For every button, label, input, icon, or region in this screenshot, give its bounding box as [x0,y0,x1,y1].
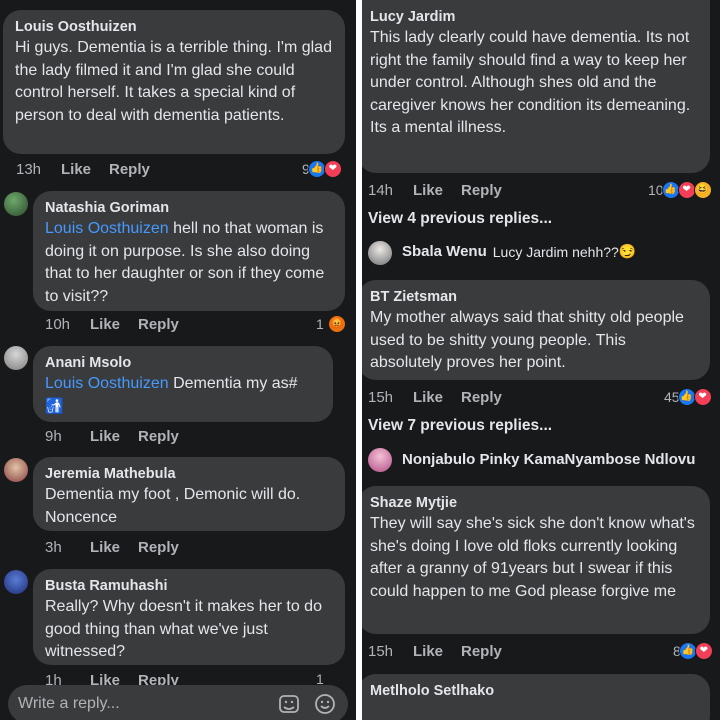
comment-bubble: Busta Ramuhashi Really? Why doesn't it m… [33,569,345,665]
reply-button[interactable]: Reply [461,181,502,201]
left-comment-thread: Louis Oosthuizen Hi guys. Dementia is a … [0,0,356,720]
like-button[interactable]: Like [413,642,461,662]
comment-text: Hi guys. Dementia is a terrible thing. I… [15,39,332,124]
comment-text: They will say she's sick she don't know … [370,515,695,600]
comment-actions: 15h Like Reply [368,642,502,662]
heart-reaction-icon: ❤ [677,181,696,199]
comment-time[interactable]: 13h [16,160,61,180]
comment-bubble: Louis Oosthuizen Hi guys. Dementia is a … [3,10,345,154]
reply-button[interactable]: Reply [138,538,179,558]
comment-time[interactable]: 9h [45,427,90,447]
recycle-emoji: 🚮 [45,397,64,415]
comment-time[interactable]: 15h [368,642,413,662]
comment-bubble: Anani Msolo Louis Oosthuizen Dementia my… [33,346,333,422]
comment-author[interactable]: Natashia Goriman [45,198,333,218]
reply-button[interactable]: Reply [109,160,150,180]
comment-text: My mother always said that shitty old pe… [370,309,684,371]
reply-preview[interactable]: Nonjabulo Pinky KamaNyambose Ndlovu [402,451,701,468]
comment-text: Louis Oosthuizen hell no that woman is d… [45,220,325,305]
reaction-summary[interactable]: 8 👍 ❤ [673,642,713,660]
reply-composer[interactable]: Write a reply... [8,685,348,720]
view-previous-replies[interactable]: View 7 previous replies... [368,417,552,435]
heart-reaction-icon: ❤ [323,160,342,178]
comment-actions: 9h Like Reply [45,427,179,447]
comment-text: Really? Why doesn't it makes her to do g… [45,598,322,660]
reply-button[interactable]: Reply [138,315,179,335]
view-previous-replies[interactable]: View 4 previous replies... [368,210,552,228]
avatar[interactable] [4,192,28,216]
reaction-summary[interactable]: 45 👍 ❤ [664,388,712,406]
heart-reaction-icon: ❤ [693,388,712,406]
reply-button[interactable]: Reply [138,427,179,447]
comment-author[interactable]: BT Zietsman [370,287,698,307]
comment-actions: 10h Like Reply [45,315,179,335]
reply-author[interactable]: Nonjabulo Pinky KamaNyambose Ndlovu [402,451,695,468]
comment-bubble: Jeremia Mathebula Dementia my foot , Dem… [33,457,345,531]
comment-bubble: BT Zietsman My mother always said that s… [362,280,710,380]
reaction-summary[interactable]: 10 👍 ❤ 😆 [648,181,712,199]
avatar[interactable] [368,241,392,265]
avatar[interactable] [4,458,28,482]
comment-bubble: Natashia Goriman Louis Oosthuizen hell n… [33,191,345,311]
like-button[interactable]: Like [413,388,461,408]
mention-link[interactable]: Louis Oosthuizen [45,220,169,237]
avatar[interactable] [4,570,28,594]
angry-reaction-icon: 😡 [327,315,346,333]
like-button[interactable]: Like [61,160,109,180]
reply-author[interactable]: Sbala Wenu [402,243,487,260]
avatar[interactable] [4,346,28,370]
smirk-emoji: 😏 [618,243,637,259]
avatar[interactable] [368,448,392,472]
comment-author[interactable]: Busta Ramuhashi [45,576,333,596]
comment-author[interactable]: Metlholo Setlhako [370,681,698,701]
like-button[interactable]: Like [413,181,461,201]
comment-actions: 15h Like Reply [368,388,502,408]
comment-time[interactable]: 10h [45,315,90,335]
comment-actions: 13h Like Reply [16,160,150,180]
comment-actions: 3h Like Reply [45,538,179,558]
right-comment-thread: Lucy Jardim This lady clearly could have… [362,0,720,720]
comment-time[interactable]: 14h [368,181,413,201]
comment-text: This lady clearly could have dementia. I… [370,29,691,136]
comment-author[interactable]: Louis Oosthuizen [15,17,333,37]
reply-input[interactable]: Write a reply... [18,695,266,713]
reply-preview[interactable]: Sbala Wenu Lucy Jardim nehh?? 😏 [402,243,636,260]
comment-bubble: Shaze Mytjie They will say she's sick sh… [362,486,710,634]
heart-reaction-icon: ❤ [694,642,713,660]
comment-actions: 14h Like Reply [368,181,502,201]
comment-author[interactable]: Jeremia Mathebula [45,464,333,484]
comment-text: Dementia my foot , Demonic will do. Nonc… [45,486,301,526]
comment-text: Louis Oosthuizen Dementia my as# [45,375,298,392]
like-button[interactable]: Like [90,315,138,335]
like-button[interactable]: Like [90,538,138,558]
emoji-icon[interactable] [312,691,338,717]
gif-icon[interactable] [276,691,302,717]
comment-author[interactable]: Anani Msolo [45,353,321,373]
haha-reaction-icon: 😆 [693,181,712,199]
reaction-summary[interactable]: 1 😡 [316,315,346,333]
comment-time[interactable]: 15h [368,388,413,408]
comment-author[interactable]: Shaze Mytjie [370,493,698,513]
like-reaction-icon: 👍 [677,388,696,406]
mention-link[interactable]: Louis Oosthuizen [45,375,169,392]
reply-button[interactable]: Reply [461,642,502,662]
comment-bubble: Metlholo Setlhako [362,674,710,720]
reaction-summary[interactable]: 9 👍 ❤ [302,160,342,178]
comment-author[interactable]: Lucy Jardim [370,7,698,27]
reply-text: Lucy Jardim nehh?? [492,243,619,260]
comment-bubble: Lucy Jardim This lady clearly could have… [362,0,710,173]
reaction-count: 1 [316,316,324,332]
reply-button[interactable]: Reply [461,388,502,408]
comment-time[interactable]: 3h [45,538,90,558]
like-reaction-icon: 👍 [661,181,680,199]
like-button[interactable]: Like [90,427,138,447]
